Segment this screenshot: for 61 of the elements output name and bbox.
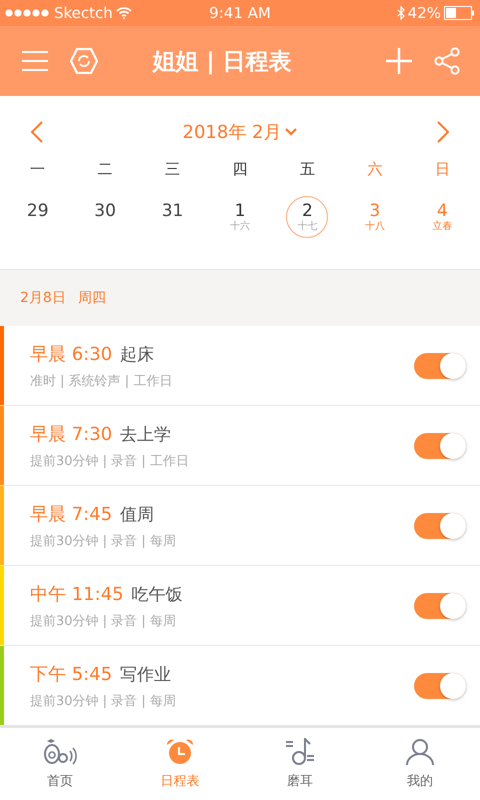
bluetooth-icon — [396, 6, 405, 20]
toggle-switch[interactable] — [414, 592, 466, 619]
next-month-icon[interactable] — [436, 120, 450, 144]
alarm-row[interactable]: 中午 11:45 吃午饭 提前30分钟 | 录音 | 每周 — [0, 566, 480, 646]
weekday-label: 五 — [300, 159, 315, 180]
date-label: 2月8日 — [20, 289, 66, 307]
tab-item[interactable]: 首页 — [0, 728, 120, 800]
wifi-icon — [116, 6, 132, 19]
tab-item[interactable]: 我的 — [360, 728, 480, 800]
weekday-label: 日 — [434, 159, 450, 180]
weekday-label: 六 — [367, 159, 382, 180]
calendar-day[interactable]: 30 — [84, 196, 126, 238]
alarm-details: 提前30分钟 | 录音 | 每周 — [30, 692, 177, 710]
person-icon — [405, 738, 435, 766]
alarm-title: 值周 — [120, 504, 154, 526]
alarm-title: 起床 — [120, 344, 154, 366]
toggle-switch[interactable] — [414, 512, 466, 539]
toggle-switch[interactable] — [414, 352, 466, 379]
calendar-day[interactable]: 31 — [152, 196, 194, 238]
calendar-day[interactable]: 29 — [16, 196, 59, 238]
alarm-row[interactable]: 早晨 6:30 起床 准时 | 系统铃声 | 工作日 — [0, 326, 480, 406]
battery-icon — [444, 6, 475, 20]
toggle-switch[interactable] — [414, 672, 466, 699]
signal-icon — [5, 8, 51, 17]
previous-month-icon[interactable] — [30, 120, 44, 144]
alarm-clock-icon — [165, 738, 195, 766]
alarm-title: 吃午饭 — [132, 584, 183, 606]
battery-percent: 42% — [408, 4, 441, 22]
weekday-label: 周四 — [78, 289, 106, 307]
calendar-day[interactable]: 2 十七 — [286, 196, 328, 238]
alarm-time: 下午 5:45 — [30, 662, 112, 686]
header-title: 姐姐 | 日程表 — [150, 48, 293, 77]
weekday-label: 二 — [98, 159, 113, 180]
refresh-icon[interactable] — [70, 48, 98, 74]
alarm-time: 早晨 7:30 — [30, 422, 112, 446]
caret-icon[interactable] — [285, 127, 298, 138]
status-time: 9:41 AM — [209, 4, 271, 22]
alarm-time: 中午 11:45 — [30, 582, 124, 606]
tab-item[interactable]: 磨耳 — [240, 728, 360, 800]
calendar-day[interactable]: 1 十六 — [218, 196, 261, 238]
alarm-row[interactable]: 早晨 7:45 值周 提前30分钟 | 录音 | 每周 — [0, 486, 480, 566]
alarm-time: 早晨 6:30 — [30, 342, 112, 366]
alarm-details: 提前30分钟 | 录音 | 每周 — [30, 612, 177, 630]
toggle-switch[interactable] — [414, 432, 466, 459]
music-note-icon — [285, 738, 315, 766]
alarm-details: 提前30分钟 | 录音 | 每周 — [30, 532, 177, 550]
egg-sound-icon — [43, 738, 77, 766]
weekday-label: 一 — [30, 159, 46, 180]
weekday-label: 四 — [232, 159, 248, 180]
alarm-time: 早晨 7:45 — [30, 502, 112, 526]
alarm-title: 写作业 — [120, 664, 172, 686]
carrier-name: Skectch — [54, 4, 113, 22]
alarm-title: 去上学 — [120, 424, 172, 446]
weekday-label: 三 — [165, 159, 180, 180]
alarm-details: 提前30分钟 | 录音 | 工作日 — [30, 452, 190, 470]
menu-icon[interactable] — [22, 51, 48, 72]
share-icon[interactable] — [434, 47, 460, 76]
alarm-row[interactable]: 早晨 7:30 去上学 提前30分钟 | 录音 | 工作日 — [0, 406, 480, 486]
alarm-row[interactable]: 下午 5:45 写作业 提前30分钟 | 录音 | 每周 — [0, 646, 480, 726]
alarm-details: 准时 | 系统铃声 | 工作日 — [30, 372, 174, 390]
add-icon[interactable] — [386, 48, 412, 74]
